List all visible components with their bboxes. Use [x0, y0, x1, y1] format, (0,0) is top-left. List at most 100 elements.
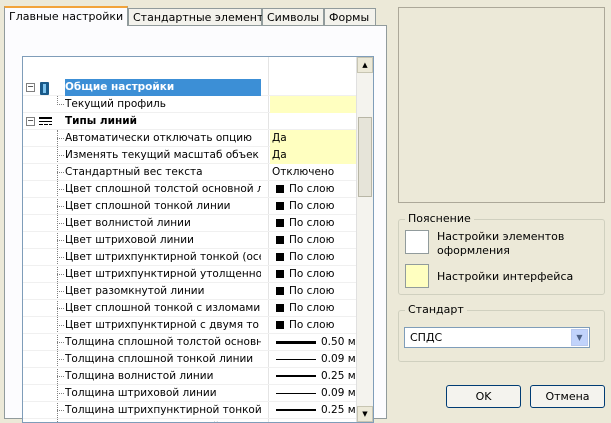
- property-row[interactable]: Толщина штрихпунктирной тонкой 0.25 мм: [23, 402, 373, 419]
- vertical-scrollbar[interactable]: ▲ ▼: [356, 57, 373, 422]
- property-name: Цвет штриховой линии: [65, 234, 194, 246]
- legend-swatch-white: [405, 230, 429, 254]
- property-name: Стандартный вес текста: [65, 166, 203, 178]
- property-value-text: Да: [272, 132, 287, 144]
- line-width-sample-icon: [276, 375, 316, 377]
- property-name: Толщина сплошной тонкой линии: [65, 353, 254, 365]
- tree-branch: [57, 325, 64, 326]
- property-name: Толщина штрихпунктирной утолщ: [65, 419, 261, 422]
- property-name: Цвет волнистой линии: [65, 217, 191, 229]
- property-row[interactable]: Автоматически отключать опцию Да: [23, 130, 373, 147]
- property-value-text: По слою: [289, 234, 335, 246]
- property-value-text: По слою: [289, 319, 335, 331]
- ok-button[interactable]: OK: [446, 385, 521, 408]
- line-types-icon: [39, 116, 52, 127]
- property-name: Цвет сплошной тонкой с изломами: [65, 302, 261, 314]
- color-swatch-icon: [276, 202, 284, 210]
- property-value-text: По слою: [289, 251, 335, 263]
- tree-branch: [57, 189, 64, 190]
- property-row[interactable]: Цвет штрихпунктирной тонкой (осе По слою: [23, 249, 373, 266]
- settings-panel: − Общие настройки Текущий профиль − Типы лин…: [4, 25, 387, 423]
- property-row[interactable]: Цвет штрихпунктирной с двумя то По слою: [23, 317, 373, 334]
- property-row[interactable]: Цвет штрихпунктирной утолщенно По слою: [23, 266, 373, 283]
- property-row[interactable]: Текущий профиль: [23, 96, 373, 113]
- property-value-text: По слою: [289, 268, 335, 280]
- tree-branch: [57, 376, 64, 377]
- collapse-icon[interactable]: −: [26, 117, 35, 126]
- property-row[interactable]: Толщина штрихпунктирной утолщ0.50 мм: [23, 419, 373, 422]
- tree-branch: [57, 342, 64, 343]
- property-value-text: Да: [272, 149, 287, 161]
- line-width-sample-icon: [276, 409, 316, 411]
- scroll-down-button[interactable]: ▼: [357, 406, 373, 422]
- tab-standard-elements[interactable]: Стандартные элементы: [128, 8, 272, 25]
- color-swatch-icon: [276, 287, 284, 295]
- property-row[interactable]: Цвет разомкнутой линии По слою: [23, 283, 373, 300]
- property-row[interactable]: Цвет волнистой линии По слою: [23, 215, 373, 232]
- collapse-icon[interactable]: −: [26, 83, 35, 92]
- legend-title: Пояснение: [405, 212, 474, 225]
- property-row[interactable]: Толщина сплошной толстой основн 0.50 мм: [23, 334, 373, 351]
- category-row[interactable]: − Типы линий: [23, 113, 373, 130]
- property-value-text: По слою: [289, 200, 335, 212]
- property-name: Текущий профиль: [65, 98, 166, 110]
- preview-area: [398, 7, 605, 203]
- cancel-button[interactable]: Отмена: [530, 385, 605, 408]
- property-name: Толщина штрихпунктирной тонкой: [65, 404, 261, 416]
- property-value-text: Отключено: [272, 166, 335, 178]
- property-row[interactable]: Цвет сплошной тонкой с изломами По слою: [23, 300, 373, 317]
- tree-branch: [57, 223, 64, 224]
- property-name: Изменять текущий масштаб объек: [65, 149, 259, 161]
- tree-branch: [57, 257, 64, 258]
- tree-branch: [57, 291, 64, 292]
- property-row[interactable]: Толщина сплошной тонкой линии 0.09 мм: [23, 351, 373, 368]
- property-row[interactable]: Цвет сплошной толстой основной ли По слою: [23, 181, 373, 198]
- chevron-down-icon[interactable]: ▼: [571, 329, 588, 346]
- property-row[interactable]: Толщина штриховой линии 0.09 мм: [23, 385, 373, 402]
- color-swatch-icon: [276, 321, 284, 329]
- property-row[interactable]: Толщина волнистой линии 0.25 мм: [23, 368, 373, 385]
- property-name: Общие настройки: [65, 79, 261, 96]
- property-name: Цвет штрихпунктирной тонкой (осе: [65, 251, 261, 263]
- property-name: Цвет штрихпунктирной утолщенно: [65, 268, 261, 280]
- line-width-sample-icon: [276, 392, 316, 394]
- tree-branch: [57, 359, 64, 360]
- line-width-sample-icon: [276, 358, 316, 360]
- tab-forms[interactable]: Формы: [324, 8, 376, 25]
- tree-branch: [57, 308, 64, 309]
- legend-swatch-yellow: [405, 264, 429, 288]
- property-value-text: По слою: [289, 285, 335, 297]
- scroll-thumb[interactable]: [358, 117, 372, 197]
- color-swatch-icon: [276, 185, 284, 193]
- property-row[interactable]: Изменять текущий масштаб объек Да: [23, 147, 373, 164]
- tree-branch: [57, 155, 64, 156]
- standard-title: Стандарт: [405, 303, 467, 316]
- category-row[interactable]: − Общие настройки: [23, 79, 373, 96]
- legend-text-interface: Настройки интерфейса: [437, 270, 574, 283]
- tab-symbols[interactable]: Символы: [262, 8, 324, 25]
- property-name: Толщина штриховой линии: [65, 387, 217, 399]
- color-swatch-icon: [276, 236, 284, 244]
- tree-branch: [57, 240, 64, 241]
- settings-icon: [39, 82, 50, 95]
- property-name: Автоматически отключать опцию: [65, 132, 252, 144]
- property-value-text: По слою: [289, 183, 335, 195]
- property-name: Цвет сплошной тонкой линии: [65, 200, 231, 212]
- color-swatch-icon: [276, 270, 284, 278]
- property-row[interactable]: Цвет штриховой линии По слою: [23, 232, 373, 249]
- tab-main-settings[interactable]: Главные настройки: [4, 6, 128, 26]
- line-width-sample-icon: [276, 340, 316, 344]
- tree-branch: [57, 206, 64, 207]
- property-name: Толщина сплошной толстой основн: [65, 336, 261, 348]
- scroll-up-button[interactable]: ▲: [357, 57, 373, 73]
- tree-branch: [57, 410, 64, 411]
- property-name: Типы линий: [65, 115, 137, 127]
- tree-branch: [57, 274, 64, 275]
- tree-branch: [57, 172, 64, 173]
- property-name: Цвет разомкнутой линии: [65, 285, 205, 297]
- standard-select[interactable]: СПДС ▼: [404, 327, 590, 348]
- property-row[interactable]: Стандартный вес текста Отключено: [23, 164, 373, 181]
- color-swatch-icon: [276, 253, 284, 261]
- property-row[interactable]: Цвет сплошной тонкой линии По слою: [23, 198, 373, 215]
- standard-select-value: СПДС: [410, 331, 443, 344]
